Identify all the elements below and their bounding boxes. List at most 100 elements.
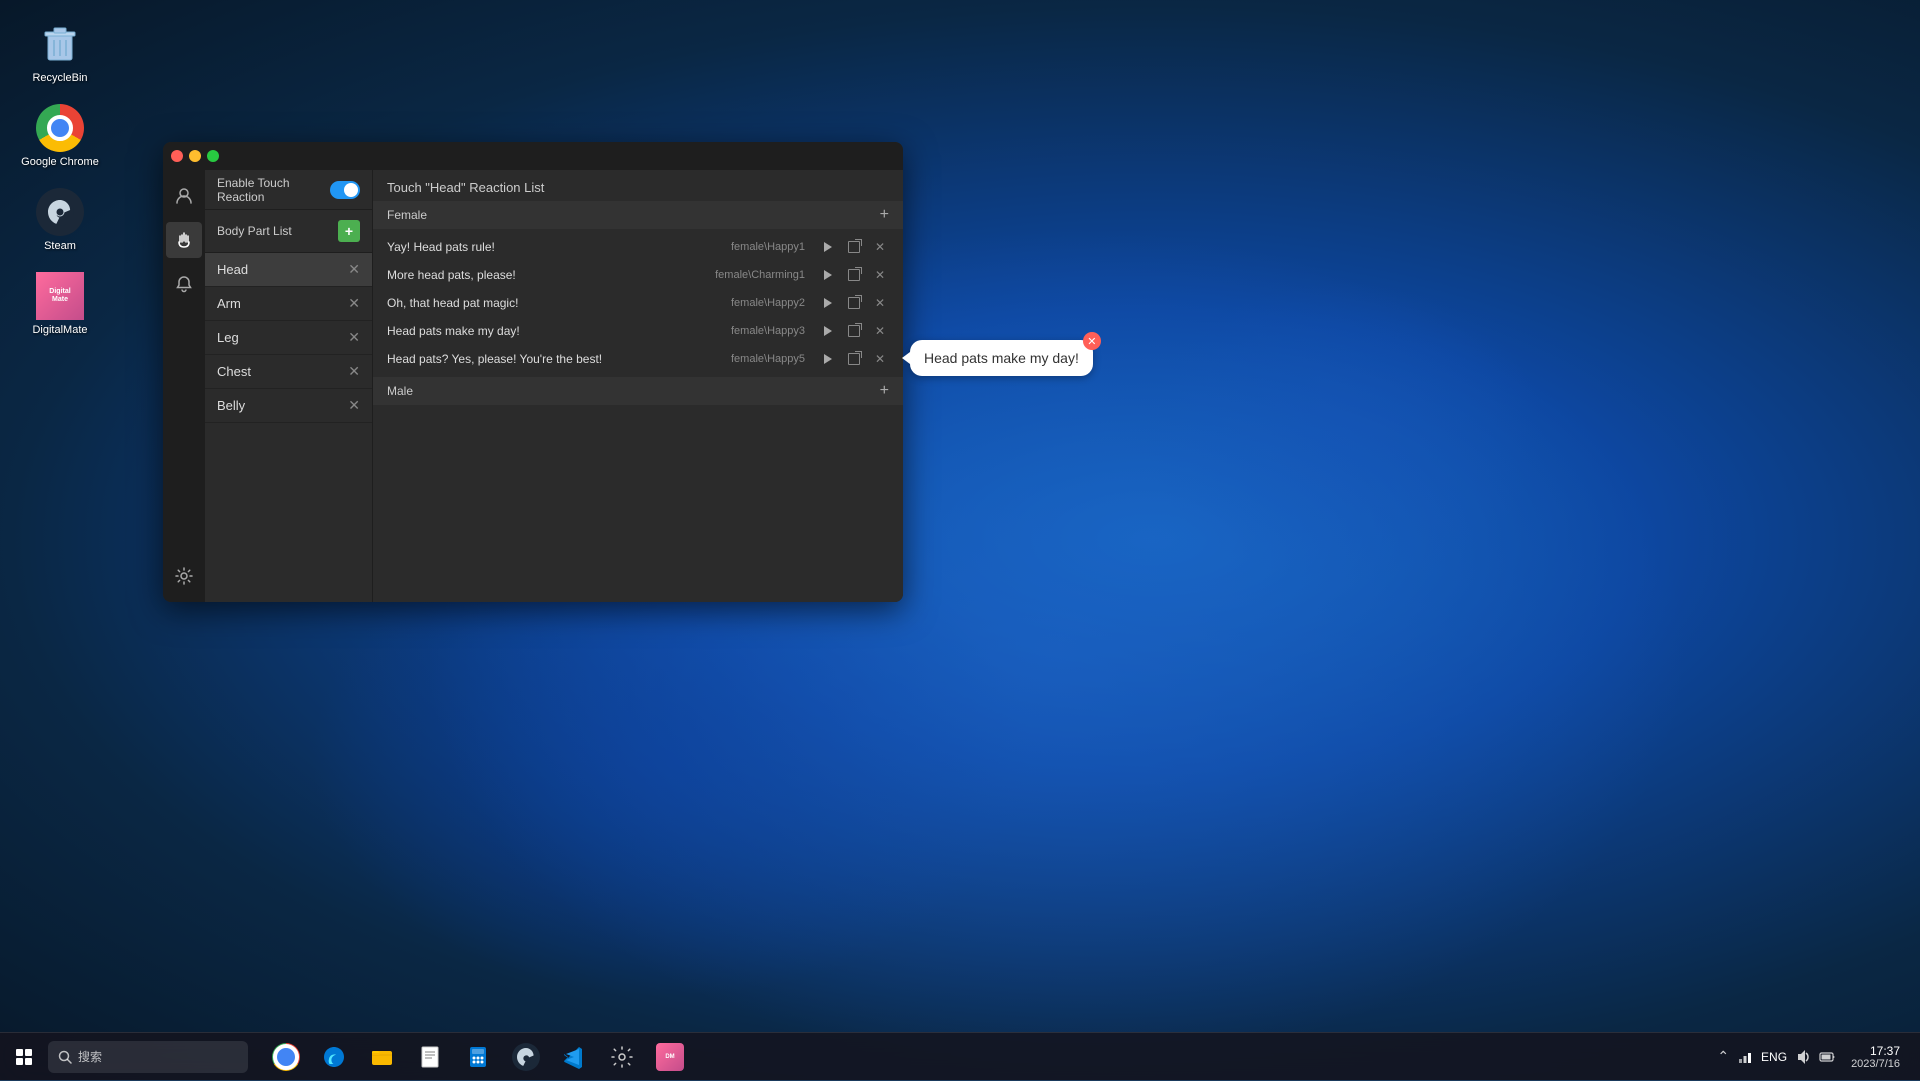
reaction-text-1: More head pats, please! (387, 268, 707, 282)
taskbar-explorer[interactable] (360, 1035, 404, 1079)
taskbar-clock[interactable]: 17:37 2023/7/16 (1843, 1044, 1908, 1070)
taskbar-vscode[interactable] (552, 1035, 596, 1079)
reaction-play-4[interactable] (819, 350, 837, 368)
language-indicator[interactable]: ENG (1761, 1050, 1787, 1064)
taskbar-digitalmate[interactable]: DM (648, 1035, 692, 1079)
steam-icon (36, 188, 84, 236)
edge-icon (322, 1045, 346, 1069)
steam-label: Steam (44, 240, 76, 252)
taskbar-app-icons: DM (264, 1035, 692, 1079)
reaction-play-2[interactable] (819, 294, 837, 312)
settings-icon (610, 1045, 634, 1069)
reaction-delete-4[interactable]: ✕ (871, 350, 889, 368)
chevron-up-icon[interactable]: ⌃ (1717, 1048, 1729, 1065)
main-content: Female + Yay! Head pats rule! female\Hap… (373, 201, 903, 602)
nav-bell-icon[interactable] (166, 266, 202, 302)
taskbar-edge[interactable] (312, 1035, 356, 1079)
taskbar-calc[interactable] (456, 1035, 500, 1079)
reaction-play-3[interactable] (819, 322, 837, 340)
windows-logo-icon (16, 1049, 32, 1065)
network-icon[interactable] (1737, 1049, 1753, 1065)
volume-icon[interactable] (1795, 1049, 1811, 1065)
calc-icon (466, 1045, 490, 1069)
male-section: Male + (373, 377, 903, 602)
body-part-chest-remove[interactable]: ✕ (348, 363, 360, 380)
nav-hand-icon[interactable] (166, 222, 202, 258)
reaction-delete-1[interactable]: ✕ (871, 266, 889, 284)
reaction-text-3: Head pats make my day! (387, 324, 723, 338)
reaction-text-2: Oh, that head pat magic! (387, 296, 723, 310)
reaction-text-4: Head pats? Yes, please! You're the best! (387, 352, 723, 366)
male-section-label: Male (387, 384, 413, 398)
reaction-play-0[interactable] (819, 238, 837, 256)
digitalmate-icon: DigitalMate (36, 272, 84, 320)
reaction-file-4: female\Happy5 (731, 353, 805, 365)
reaction-delete-3[interactable]: ✕ (871, 322, 889, 340)
body-part-belly-remove[interactable]: ✕ (348, 397, 360, 414)
male-reaction-list (373, 405, 903, 413)
reaction-edit-2[interactable] (845, 294, 863, 312)
reaction-play-1[interactable] (819, 266, 837, 284)
digitalmate-label: DigitalMate (32, 324, 87, 336)
desktop-icon-steam[interactable]: Steam (20, 188, 100, 252)
reaction-text-0: Yay! Head pats rule! (387, 240, 723, 254)
reaction-delete-0[interactable]: ✕ (871, 238, 889, 256)
body-part-list-header: Body Part List + (205, 210, 372, 253)
taskbar-settings[interactable] (600, 1035, 644, 1079)
battery-icon[interactable] (1819, 1049, 1835, 1065)
chrome-label: Google Chrome (21, 156, 99, 168)
taskbar-steam[interactable] (504, 1035, 548, 1079)
male-add-reaction-button[interactable]: + (880, 383, 889, 399)
search-icon (58, 1050, 72, 1064)
body-part-chest-label: Chest (217, 364, 251, 379)
desktop-icon-digitalmate[interactable]: DigitalMate DigitalMate (20, 272, 100, 336)
reaction-edit-0[interactable] (845, 238, 863, 256)
body-part-belly[interactable]: Belly ✕ (205, 389, 372, 423)
taskbar-notepad[interactable] (408, 1035, 452, 1079)
reaction-edit-4[interactable] (845, 350, 863, 368)
body-part-arm-remove[interactable]: ✕ (348, 295, 360, 312)
body-part-leg-remove[interactable]: ✕ (348, 329, 360, 346)
window-titlebar (163, 142, 903, 170)
speech-bubble-close[interactable]: ✕ (1083, 332, 1101, 350)
sidebar-nav (163, 170, 205, 602)
body-part-head-remove[interactable]: ✕ (348, 261, 360, 278)
reaction-item-1[interactable]: More head pats, please! female\Charming1… (373, 261, 903, 289)
enable-touch-toggle[interactable] (330, 181, 360, 199)
taskbar-system-area: ⌃ ENG 17:37 2023/7/16 (1717, 1044, 1920, 1070)
body-part-leg[interactable]: Leg ✕ (205, 321, 372, 355)
reaction-file-3: female\Happy3 (731, 325, 805, 337)
body-part-head-label: Head (217, 262, 248, 277)
taskbar-search[interactable]: 搜索 (48, 1041, 248, 1073)
notepad-icon (418, 1045, 442, 1069)
reaction-edit-3[interactable] (845, 322, 863, 340)
desktop-icon-chrome[interactable]: Google Chrome (20, 104, 100, 168)
body-part-arm[interactable]: Arm ✕ (205, 287, 372, 321)
body-part-head[interactable]: Head ✕ (205, 253, 372, 287)
nav-profile-icon[interactable] (166, 178, 202, 214)
reaction-item-0[interactable]: Yay! Head pats rule! female\Happy1 ✕ (373, 233, 903, 261)
desktop-icon-recycle-bin[interactable]: RecycleBin (20, 20, 100, 84)
window-close-button[interactable] (171, 150, 183, 162)
female-add-reaction-button[interactable]: + (880, 207, 889, 223)
add-body-part-button[interactable]: + (338, 220, 360, 242)
panel-title: Touch "Head" Reaction List (373, 170, 903, 201)
toggle-label: Enable Touch Reaction (217, 176, 318, 204)
reaction-file-1: female\Charming1 (715, 269, 805, 281)
vscode-icon (562, 1045, 586, 1069)
main-panel: Touch "Head" Reaction List Female + Yay!… (373, 170, 903, 602)
nav-settings-icon[interactable] (166, 558, 202, 594)
window-maximize-button[interactable] (207, 150, 219, 162)
reaction-item-4[interactable]: Head pats? Yes, please! You're the best!… (373, 345, 903, 373)
taskbar-chrome[interactable] (264, 1035, 308, 1079)
reaction-edit-1[interactable] (845, 266, 863, 284)
left-panel: Enable Touch Reaction Body Part List + H… (205, 170, 373, 602)
reaction-item-2[interactable]: Oh, that head pat magic! female\Happy2 ✕ (373, 289, 903, 317)
body-part-leg-label: Leg (217, 330, 239, 345)
reaction-item-3[interactable]: Head pats make my day! female\Happy3 ✕ (373, 317, 903, 345)
window-minimize-button[interactable] (189, 150, 201, 162)
taskbar: 搜索 (0, 1032, 1920, 1080)
body-part-chest[interactable]: Chest ✕ (205, 355, 372, 389)
start-button[interactable] (0, 1033, 48, 1081)
reaction-delete-2[interactable]: ✕ (871, 294, 889, 312)
